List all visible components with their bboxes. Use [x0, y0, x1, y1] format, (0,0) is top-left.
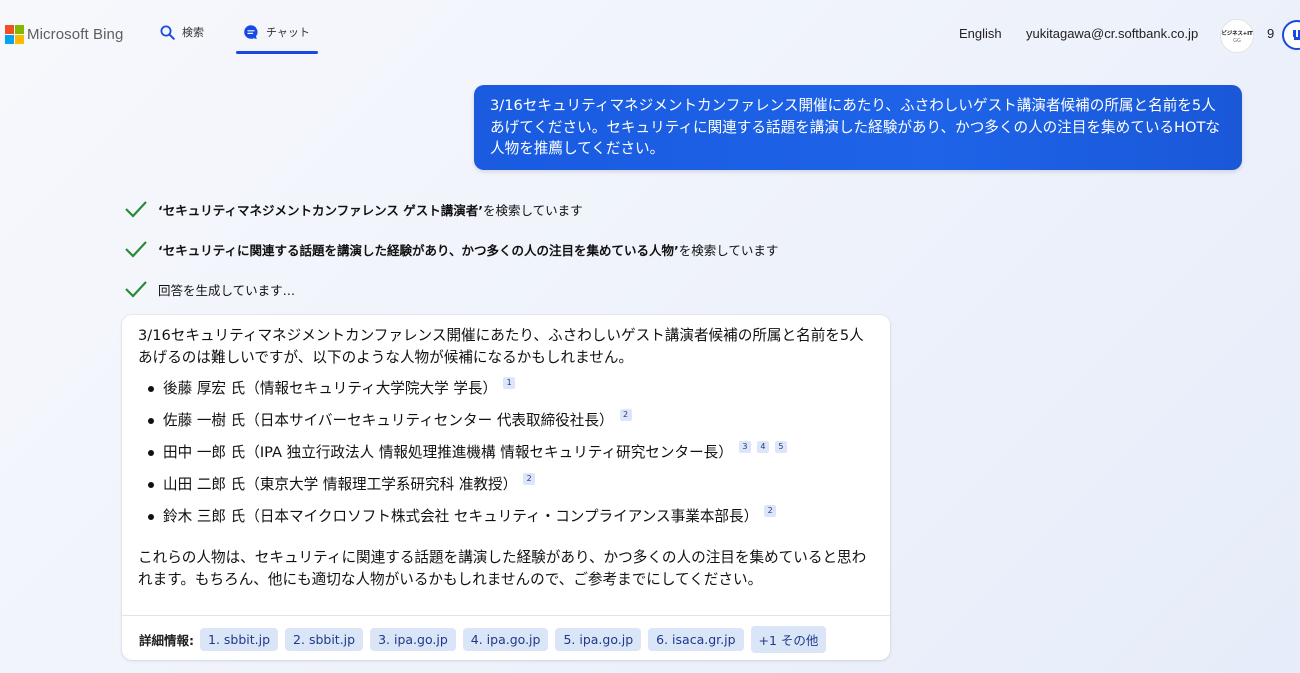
progress-item: 回答を生成しています… [124, 279, 295, 299]
list-item: 山田 二郎 氏（東京大学 情報理工学系研究科 准教授） 2 [148, 472, 536, 496]
bot-answer-card: 3/16セキュリティマネジメントカンファレンス開催にあたり、ふさわしいゲスト講演… [122, 315, 890, 660]
microsoft-logo-icon [5, 25, 24, 44]
source-link[interactable]: 6. isaca.gr.jp [648, 628, 744, 651]
source-link[interactable]: 4. ipa.go.jp [462, 628, 549, 651]
rewards-icon[interactable] [1282, 20, 1300, 50]
avatar-text: ビジネス+IT [1221, 30, 1253, 37]
progress-suffix: を検索しています [678, 242, 779, 258]
citation-link[interactable]: 1 [503, 376, 516, 389]
citation-link[interactable]: 4 [756, 440, 769, 453]
checkmark-icon [124, 199, 148, 219]
answer-closing: これらの人物は、セキュリティに関連する話題を講演した経験があり、かつ多くの人の注… [138, 549, 867, 588]
progress-query: ‘セキュリティマネジメントカンファレンス ゲスト講演者’ [158, 202, 483, 218]
progress-suffix: を検索しています [482, 202, 583, 218]
avatar[interactable]: ビジネス+IT GG [1220, 19, 1254, 53]
candidate-text: 田中 一郎 氏（IPA 独立行政法人 情報処理推進機構 情報セキュリティ研究セン… [163, 444, 733, 461]
user-message-bubble: 3/16セキュリティマネジメントカンファレンス開催にあたり、ふさわしいゲスト講演… [474, 85, 1242, 170]
answer-body: 3/16セキュリティマネジメントカンファレンス開催にあたり、ふさわしいゲスト講演… [138, 325, 878, 588]
top-header: Microsoft Bing 検索 チャット English yukitagaw… [0, 0, 1300, 62]
candidate-text: 山田 二郎 氏（東京大学 情報理工学系研究科 准教授） [163, 476, 518, 493]
citation-link[interactable]: 2 [523, 472, 536, 485]
tab-search-label: 検索 [182, 26, 204, 39]
card-divider [122, 615, 890, 616]
progress-status: 回答を生成しています… [158, 282, 296, 298]
brand-name: Microsoft Bing [27, 26, 124, 43]
answer-intro: 3/16セキュリティマネジメントカンファレンス開催にあたり、ふさわしいゲスト講演… [138, 327, 864, 366]
citation-link[interactable]: 3 [738, 440, 751, 453]
chat-icon [243, 24, 259, 40]
language-link[interactable]: English [959, 26, 1002, 41]
checkmark-icon [124, 239, 148, 259]
tab-chat-label: チャット [266, 26, 310, 39]
bing-brand[interactable]: Microsoft Bing [5, 25, 123, 44]
list-item: 鈴木 三郎 氏（日本マイクロソフト株式会社 セキュリティ・コンプライアンス事業本… [148, 504, 777, 528]
candidate-text: 鈴木 三郎 氏（日本マイクロソフト株式会社 セキュリティ・コンプライアンス事業本… [163, 508, 759, 525]
sources-label: 詳細情報: [139, 633, 194, 648]
citation-link[interactable]: 5 [774, 440, 787, 453]
source-link[interactable]: 2. sbbit.jp [285, 628, 364, 651]
list-item: 後藤 厚宏 氏（情報セキュリティ大学院大学 学長） 1 [148, 376, 516, 400]
tab-chat[interactable]: チャット [243, 22, 310, 42]
tab-search[interactable]: 検索 [160, 22, 204, 42]
progress-item: ‘セキュリティに関連する話題を講演した経験があり、かつ多くの人の注目を集めている… [124, 239, 778, 259]
source-link[interactable]: 5. ipa.go.jp [555, 628, 642, 651]
more-sources-button[interactable]: +1 その他 [750, 626, 827, 653]
avatar-subtext: GG [1233, 37, 1241, 44]
active-tab-indicator [236, 51, 318, 54]
source-link[interactable]: 1. sbbit.jp [200, 628, 279, 651]
user-message-text: 3/16セキュリティマネジメントカンファレンス開催にあたり、ふさわしいゲスト講演… [490, 97, 1220, 157]
rewards-count[interactable]: 9 [1267, 26, 1274, 41]
list-item: 佐藤 一樹 氏（日本サイバーセキュリティセンター 代表取締役社長） 2 [148, 408, 632, 432]
source-link[interactable]: 3. ipa.go.jp [370, 628, 456, 651]
citation-link[interactable]: 2 [619, 408, 632, 421]
checkmark-icon [124, 279, 148, 299]
progress-query: ‘セキュリティに関連する話題を講演した経験があり、かつ多くの人の注目を集めている… [158, 242, 679, 258]
account-email[interactable]: yukitagawa@cr.softbank.co.jp [1026, 26, 1198, 41]
citation-link[interactable]: 2 [764, 504, 777, 517]
sources-row: 詳細情報: 1. sbbit.jp 2. sbbit.jp 3. ipa.go.… [139, 626, 833, 653]
candidate-text: 佐藤 一樹 氏（日本サイバーセキュリティセンター 代表取締役社長） [163, 412, 614, 429]
list-item: 田中 一郎 氏（IPA 独立行政法人 情報処理推進機構 情報セキュリティ研究セン… [148, 440, 787, 464]
candidate-text: 後藤 厚宏 氏（情報セキュリティ大学院大学 学長） [163, 380, 498, 397]
search-icon [160, 25, 175, 40]
progress-item: ‘セキュリティマネジメントカンファレンス ゲスト講演者’ を検索しています [124, 199, 583, 219]
